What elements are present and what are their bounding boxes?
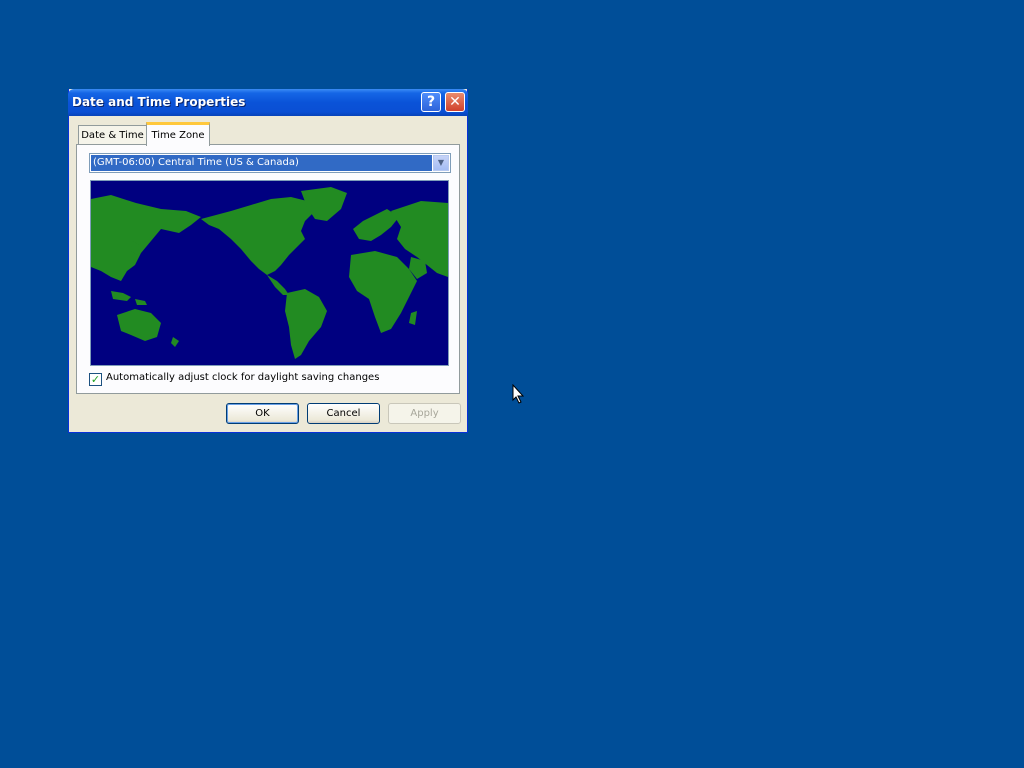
chevron-down-icon[interactable]: ▼ [433,155,449,171]
time-zone-dropdown[interactable]: (GMT-06:00) Central Time (US & Canada) ▼ [89,153,451,173]
north-america-landmass [201,197,315,275]
help-icon: ? [426,94,436,110]
close-icon: ✕ [449,94,461,110]
time-zone-panel: (GMT-06:00) Central Time (US & Canada) ▼ [76,144,460,394]
tab-time-zone[interactable]: Time Zone [146,122,210,146]
indonesia-landmass [111,291,147,305]
time-zone-selected-value: (GMT-06:00) Central Time (US & Canada) [91,155,432,171]
world-map[interactable] [90,180,449,366]
cancel-button[interactable]: Cancel [307,403,380,424]
europe-landmass [353,209,399,241]
close-button[interactable]: ✕ [445,92,465,112]
daylight-saving-checkbox[interactable]: ✓ [89,373,102,386]
ok-button[interactable]: OK [226,403,299,424]
world-map-graphic [91,187,448,359]
africa-landmass [349,251,417,333]
date-time-properties-dialog: Date and Time Properties ? ✕ Date & Time… [68,89,468,433]
asia-landmass [91,195,201,281]
help-button[interactable]: ? [421,92,441,112]
mouse-cursor-icon [512,383,525,408]
apply-button[interactable]: Apply [388,403,461,424]
central-america-landmass [267,275,289,295]
australia-landmass [117,309,161,341]
new-zealand-landmass [171,337,179,347]
window-title: Date and Time Properties [72,95,246,109]
south-america-landmass [285,289,327,359]
daylight-saving-label[interactable]: Automatically adjust clock for daylight … [106,372,379,383]
madagascar-landmass [409,311,417,325]
title-bar[interactable]: Date and Time Properties ? ✕ [68,89,468,116]
tab-date-time[interactable]: Date & Time [78,125,147,145]
